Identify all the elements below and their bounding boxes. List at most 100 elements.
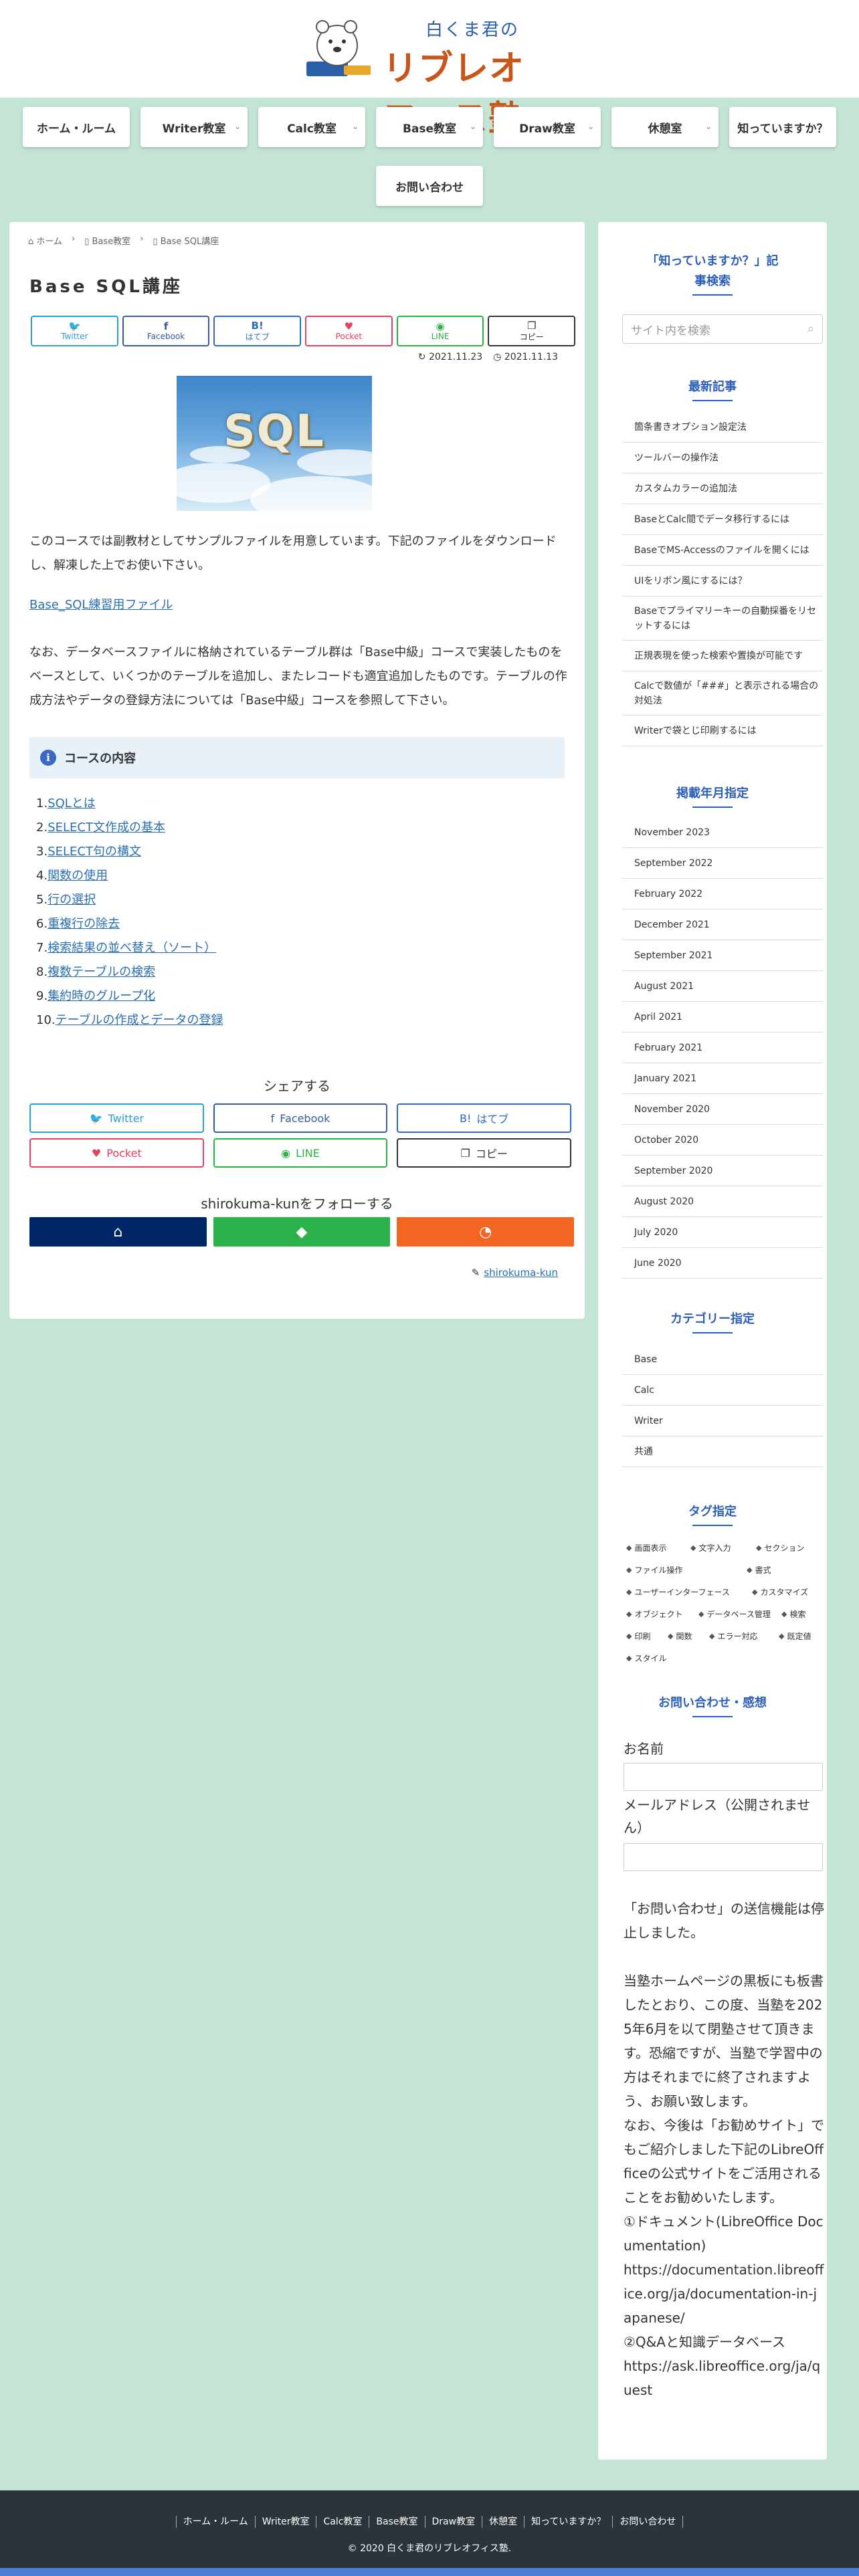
toc-link[interactable]: 行の選択: [47, 893, 96, 907]
breadcrumb: ⌂ ホーム › ▯ Base教室 › ▯ Base SQL講座: [28, 234, 219, 247]
archive-item[interactable]: February 2022: [622, 879, 823, 909]
toc-link[interactable]: SELECT句の構文: [47, 845, 141, 859]
recent-post-item[interactable]: カスタムカラーの追加法: [622, 473, 823, 504]
category-item[interactable]: Base: [622, 1344, 823, 1375]
nav-home[interactable]: ホーム・ルーム: [23, 107, 130, 147]
tag-item[interactable]: ◆ 関数: [664, 1626, 702, 1645]
recent-post-item[interactable]: Baseでプライマリーキーの自動採番をリセットするには: [622, 597, 823, 641]
name-field[interactable]: [624, 1763, 823, 1791]
email-field[interactable]: [624, 1843, 823, 1871]
site-footer: ホーム・ルーム Writer教室 Calc教室 Base教室 Draw教室 休憩…: [0, 2490, 859, 2576]
archive-item[interactable]: September 2021: [622, 940, 823, 971]
toc-link[interactable]: 関数の使用: [47, 869, 108, 883]
breadcrumb-home[interactable]: ⌂ ホーム: [28, 234, 62, 247]
share-hatena-button[interactable]: B! はてブ: [397, 1103, 572, 1133]
follow-home-button[interactable]: ⌂: [29, 1217, 207, 1247]
archive-item[interactable]: February 2021: [622, 1033, 823, 1063]
archive-item[interactable]: September 2022: [622, 848, 823, 879]
toc-link[interactable]: 複数テーブルの検索: [47, 965, 155, 979]
tag-item[interactable]: ◆ 書式: [743, 1560, 807, 1579]
archive-item[interactable]: September 2020: [622, 1156, 823, 1186]
tag-item[interactable]: ◆ 検索: [777, 1604, 816, 1623]
category-item[interactable]: 共通: [622, 1436, 823, 1467]
nav-draw[interactable]: Draw教室 ⌄: [494, 107, 601, 147]
archive-item[interactable]: July 2020: [622, 1217, 823, 1248]
toc-link[interactable]: SELECT文作成の基本: [47, 821, 165, 835]
recent-post-item[interactable]: Writerで袋とじ印刷するには: [622, 716, 823, 746]
archive-item[interactable]: December 2021: [622, 909, 823, 940]
nav-label: ホーム・ルーム: [37, 122, 116, 136]
share-line-button[interactable]: ◉ LINE: [213, 1138, 388, 1168]
follow-feedly-button[interactable]: ◆: [213, 1217, 391, 1247]
toc-link[interactable]: テーブルの作成とデータの登録: [56, 1013, 223, 1027]
share-copy-button[interactable]: ❐ コピー: [397, 1138, 572, 1168]
download-link[interactable]: Base_SQL練習用ファイル: [29, 595, 173, 613]
recent-post-item[interactable]: BaseでMS-Accessのファイルを開くには: [622, 535, 823, 566]
tag-item[interactable]: ◆ オブジェクト: [622, 1604, 692, 1623]
toc-link[interactable]: 検索結果の並べ替え（ソート）: [47, 941, 216, 955]
recent-post-item[interactable]: UIをリボン風にするには？: [622, 566, 823, 597]
share-hatena-button[interactable]: B! はてブ: [213, 316, 302, 346]
share-facebook-button[interactable]: f Facebook: [122, 316, 210, 346]
nav-break-room[interactable]: 休憩室 ⌄: [611, 107, 719, 147]
recent-post-item[interactable]: 箇条書きオプション設定法: [622, 412, 823, 443]
footer-nav-item[interactable]: Writer教室: [254, 2516, 316, 2528]
category-item[interactable]: Calc: [622, 1375, 823, 1406]
toc-link[interactable]: 重複行の除去: [47, 917, 120, 931]
archive-item[interactable]: November 2023: [622, 817, 823, 848]
recent-post-item[interactable]: Calcで数値が「###」と表示される場合の対処法: [622, 671, 823, 716]
recent-post-item[interactable]: BaseとCalc間でデータ移行するには: [622, 504, 823, 535]
site-logo[interactable]: 白くま君の リブレオフィス塾: [302, 7, 557, 139]
archive-title: 掲載年月指定: [598, 784, 827, 808]
tag-item[interactable]: ◆ 文字入力: [686, 1538, 749, 1557]
tag-item[interactable]: ◆ エラー対応: [705, 1626, 772, 1645]
archive-item[interactable]: November 2020: [622, 1094, 823, 1125]
footer-nav-item[interactable]: 知っていますか？: [524, 2516, 612, 2528]
archive-item[interactable]: June 2020: [622, 1248, 823, 1279]
share-pocket-button[interactable]: ♥ Pocket: [29, 1138, 204, 1168]
archive-item[interactable]: August 2021: [622, 971, 823, 1002]
tag-item[interactable]: ◆ セクション: [752, 1538, 816, 1557]
nav-did-you-know[interactable]: 知っていますか？: [729, 107, 836, 147]
share-twitter-button[interactable]: 🐦 Twitter: [31, 316, 118, 346]
archive-item[interactable]: January 2021: [622, 1063, 823, 1094]
tag-item[interactable]: ◆ 印刷: [622, 1626, 661, 1645]
nav-contact[interactable]: お問い合わせ: [376, 166, 483, 206]
toc-item: 5.行の選択: [36, 888, 223, 912]
footer-nav-item[interactable]: 休憩室: [482, 2516, 524, 2528]
toc-link[interactable]: 集約時のグループ化: [47, 989, 155, 1003]
share-copy-button[interactable]: ❐ コピー: [488, 316, 576, 346]
footer-nav-item[interactable]: Base教室: [369, 2516, 424, 2528]
recent-post-item[interactable]: ツールバーの操作法: [622, 443, 823, 473]
footer-nav-item[interactable]: お問い合わせ: [612, 2516, 684, 2528]
archive-item[interactable]: October 2020: [622, 1125, 823, 1156]
share-twitter-button[interactable]: 🐦 Twitter: [29, 1103, 204, 1133]
share-pocket-button[interactable]: ♥ Pocket: [305, 316, 393, 346]
tag-item[interactable]: ◆ 画面表示: [622, 1538, 684, 1557]
archive-item[interactable]: April 2021: [622, 1002, 823, 1033]
tag-item[interactable]: ◆ スタイル: [622, 1648, 676, 1667]
share-line-button[interactable]: ◉ LINE: [396, 316, 484, 346]
share-facebook-button[interactable]: f Facebook: [213, 1103, 388, 1133]
toc-link[interactable]: SQLとは: [47, 796, 96, 811]
tag-item[interactable]: ◆ ユーザーインターフェース: [622, 1582, 745, 1601]
search-input[interactable]: サイト内を検索 ⌕: [622, 314, 823, 344]
nav-writer[interactable]: Writer教室 ⌄: [140, 107, 248, 147]
category-item[interactable]: Writer: [622, 1406, 823, 1436]
eyecatch-text: SQL: [223, 405, 325, 457]
recent-post-item[interactable]: 正規表現を使った検索や置換が可能です: [622, 641, 823, 671]
footer-nav-item[interactable]: Calc教室: [316, 2516, 369, 2528]
archive-item[interactable]: August 2020: [622, 1186, 823, 1217]
footer-nav-item[interactable]: ホーム・ルーム: [175, 2516, 255, 2528]
tag-item[interactable]: ◆ データベース管理: [694, 1604, 775, 1623]
footer-nav-item[interactable]: Draw教室: [424, 2516, 482, 2528]
search-icon[interactable]: ⌕: [807, 322, 814, 336]
tag-item[interactable]: ◆ カスタマイズ: [748, 1582, 818, 1601]
author-link[interactable]: shirokuma-kun: [484, 1267, 558, 1279]
tag-item[interactable]: ◆ ファイル操作: [622, 1560, 740, 1579]
follow-rss-button[interactable]: ◔: [397, 1217, 575, 1247]
nav-base[interactable]: Base教室 ⌄: [376, 107, 483, 147]
breadcrumb-category[interactable]: ▯ Base教室: [84, 234, 130, 247]
tag-item[interactable]: ◆ 既定値: [775, 1626, 819, 1645]
nav-calc[interactable]: Calc教室 ⌄: [258, 107, 365, 147]
